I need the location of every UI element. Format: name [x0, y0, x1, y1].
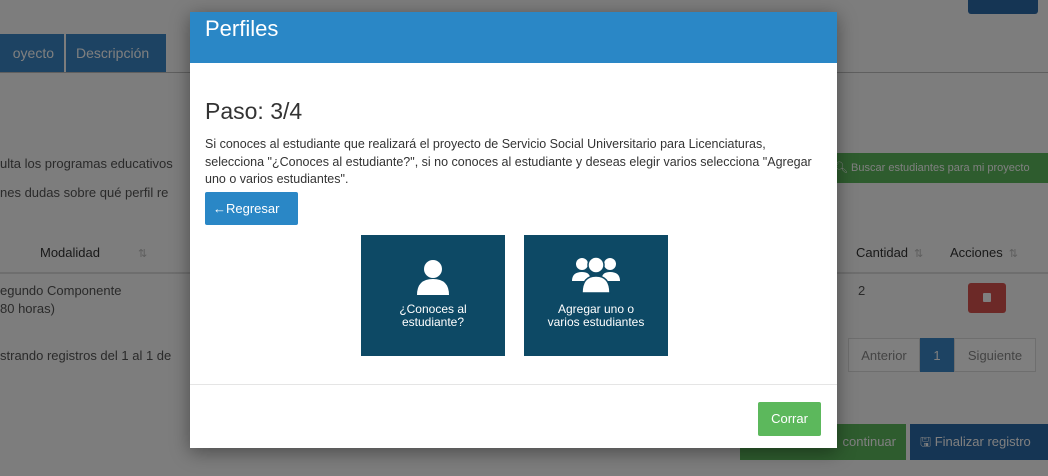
- modal-header: Perfiles: [190, 12, 837, 63]
- users-group-icon: [572, 256, 620, 294]
- know-student-option[interactable]: ¿Conoces al estudiante?: [361, 235, 505, 356]
- back-button[interactable]: ←Regresar: [205, 192, 298, 225]
- instructions-text: Si conoces al estudiante que realizará e…: [205, 137, 812, 186]
- user-icon: [417, 260, 449, 295]
- add-students-label: Agregar uno o varios estudiantes: [547, 302, 645, 329]
- close-button[interactable]: Corrar: [758, 402, 821, 436]
- back-button-label: Regresar: [226, 201, 280, 216]
- modal-title: Perfiles: [205, 16, 279, 41]
- profiles-modal: Perfiles Paso: 3/4 Si conoces al estudia…: [190, 12, 837, 448]
- modal-footer-divider: [190, 384, 837, 385]
- know-student-label: ¿Conoces al estudiante?: [399, 302, 467, 329]
- add-students-option[interactable]: Agregar uno o varios estudiantes: [524, 235, 668, 356]
- arrow-left-icon: ←: [213, 201, 226, 216]
- step-indicator: Paso: 3/4: [205, 98, 303, 124]
